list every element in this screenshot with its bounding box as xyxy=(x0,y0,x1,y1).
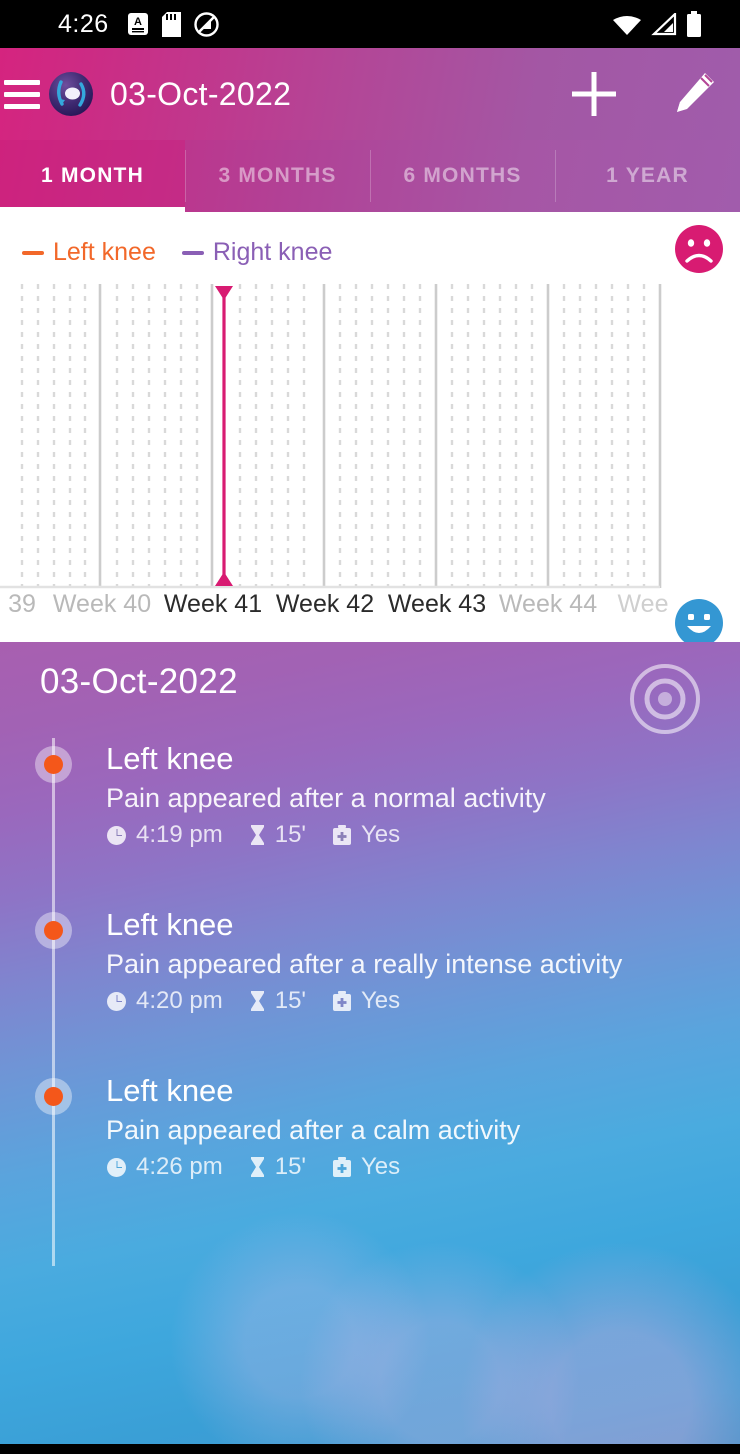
tab-1-month[interactable]: 1 MONTH xyxy=(0,140,185,212)
legend-label-left-knee: Left knee xyxy=(53,238,156,266)
entry-body: Left knee Pain appeared after a really i… xyxy=(106,906,622,1015)
app-logo-icon[interactable] xyxy=(48,71,94,117)
entry-description: Pain appeared after a calm activity xyxy=(106,1115,521,1145)
entry-duration-text: 15' xyxy=(274,1153,306,1180)
page-title: 03-Oct-2022 xyxy=(110,75,292,112)
hamburger-bar xyxy=(4,91,40,97)
entry-description: Pain appeared after a really intense act… xyxy=(106,949,623,979)
no-sound-icon xyxy=(193,11,219,37)
data-marker-left-knee[interactable] xyxy=(215,286,233,586)
tab-3-months[interactable]: 3 MONTHS xyxy=(185,140,370,212)
entry-time: 4:20 pm xyxy=(106,987,223,1015)
daily-timeline-panel: 03-Oct-2022 Left knee Pain appeared afte… xyxy=(0,642,740,1444)
entry-body: Left knee Pain appeared after a calm act… xyxy=(106,1072,520,1181)
legend-label-right-knee: Right knee xyxy=(212,238,333,266)
first-aid-kit-icon xyxy=(333,825,351,845)
hourglass-icon xyxy=(250,825,264,845)
timeline-dot xyxy=(35,746,72,783)
x-tick-label: Week 41 xyxy=(163,590,263,618)
hamburger-bar xyxy=(4,103,40,109)
chart-gridlines xyxy=(0,284,662,589)
entry-body: Left knee Pain appeared after a normal a… xyxy=(106,740,546,849)
legend-item-right-knee[interactable]: Right knee xyxy=(181,238,333,267)
hamburger-menu-icon[interactable] xyxy=(4,79,40,109)
alarm-a-icon: A xyxy=(127,13,148,35)
x-tick-label: Week 44 xyxy=(498,590,598,618)
svg-text:A: A xyxy=(134,16,142,28)
timeline-dot xyxy=(35,1078,72,1115)
chart-plot-area[interactable] xyxy=(0,280,740,590)
chart-x-axis: 39 Week 40 Week 41 Week 42 Week 43 Week … xyxy=(0,590,740,642)
first-aid-kit-icon xyxy=(333,991,351,1011)
entry-title: Left knee xyxy=(106,1073,234,1108)
timeline-date-heading: 03-Oct-2022 xyxy=(40,662,238,701)
entry-medication: Yes xyxy=(332,821,400,849)
x-tick-label: Week 43 xyxy=(387,590,487,618)
entry-medication-text: Yes xyxy=(361,987,401,1014)
app-toolbar: 03-Oct-2022 xyxy=(0,48,740,140)
legend-swatch-left-knee xyxy=(22,250,44,255)
happy-face-icon xyxy=(675,599,723,642)
sad-face-icon xyxy=(675,225,723,273)
pain-chart-panel: Left knee Right knee 39 Week 40 Week 41 … xyxy=(0,212,740,642)
entry-duration-text: 15' xyxy=(274,987,306,1014)
entry-medication: Yes xyxy=(332,987,400,1015)
entry-description: Pain appeared after a normal activity xyxy=(106,783,546,813)
entry-meta: 4:19 pm 15' Yes xyxy=(106,821,546,849)
x-tick-label: Week 40 xyxy=(52,590,152,618)
entry-time-text: 4:19 pm xyxy=(136,821,223,848)
x-tick-label: Week 42 xyxy=(275,590,375,618)
entry-time: 4:26 pm xyxy=(106,1153,223,1181)
hourglass-icon xyxy=(250,1157,264,1177)
entry-medication-text: Yes xyxy=(361,821,401,848)
timeline-rail xyxy=(52,738,55,1266)
tab-6-months[interactable]: 6 MONTHS xyxy=(370,140,555,212)
entry-duration-text: 15' xyxy=(274,821,306,848)
entry-duration: 15' xyxy=(249,1153,306,1181)
toolbar-actions xyxy=(568,48,718,140)
entry-time-text: 4:26 pm xyxy=(136,1153,223,1180)
status-bar: 4:26 A xyxy=(0,0,740,48)
legend-swatch-right-knee xyxy=(181,250,204,255)
entry-medication-text: Yes xyxy=(361,1153,401,1180)
signal-icon xyxy=(651,12,677,35)
entry-duration: 15' xyxy=(249,987,306,1015)
clock-icon xyxy=(107,1157,126,1177)
phone-screen: 4:26 A 03-Oct-2022 1 MONTH 3 MONTHS 6 MO… xyxy=(0,0,740,1454)
x-tick-label: 39 xyxy=(8,590,36,618)
status-clock: 4:26 xyxy=(58,9,109,38)
x-tick-label: Wee xyxy=(617,590,669,618)
sd-card-icon xyxy=(161,11,181,37)
range-tabs: 1 MONTH 3 MONTHS 6 MONTHS 1 YEAR xyxy=(0,140,740,212)
status-left-icons: A xyxy=(127,11,219,37)
entry-title: Left knee xyxy=(106,907,234,942)
clock-icon xyxy=(107,991,126,1011)
entry-meta: 4:20 pm 15' Yes xyxy=(106,987,622,1015)
entry-duration: 15' xyxy=(249,821,306,849)
timeline-dot-core xyxy=(44,921,63,940)
plus-icon[interactable] xyxy=(568,68,620,120)
target-circles-icon[interactable] xyxy=(628,662,702,736)
entry-meta: 4:26 pm 15' Yes xyxy=(106,1153,520,1181)
timeline-dot xyxy=(35,912,72,949)
timeline-dot-core xyxy=(44,1087,63,1106)
hourglass-icon xyxy=(250,991,264,1011)
battery-icon xyxy=(687,11,701,37)
entry-title: Left knee xyxy=(106,741,234,776)
pencil-icon[interactable] xyxy=(668,69,718,119)
entry-medication: Yes xyxy=(332,1153,400,1181)
hamburger-bar xyxy=(4,79,40,85)
legend-item-left-knee[interactable]: Left knee xyxy=(22,238,156,267)
tab-1-year[interactable]: 1 YEAR xyxy=(555,140,740,212)
entry-time-text: 4:20 pm xyxy=(136,987,223,1014)
status-right-icons xyxy=(612,0,702,48)
timeline-dot-core xyxy=(44,755,63,774)
wifi-icon xyxy=(613,15,641,35)
chart-legend: Left knee Right knee xyxy=(22,238,332,267)
entry-time: 4:19 pm xyxy=(106,821,223,849)
first-aid-kit-icon xyxy=(333,1157,351,1177)
clock-icon xyxy=(107,825,126,845)
